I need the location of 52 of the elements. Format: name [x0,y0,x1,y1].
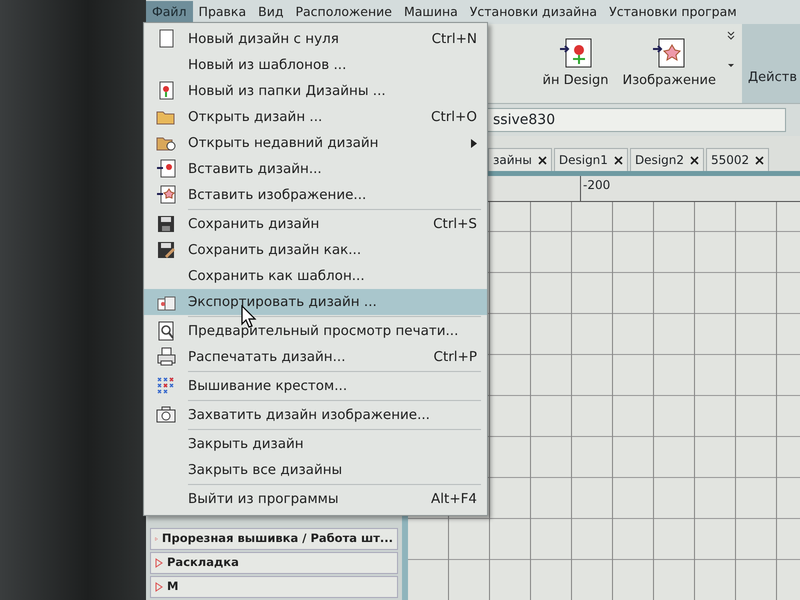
sidebar-section[interactable]: Прорезная вышивка / Работа шт... [150,528,398,550]
menu-item[interactable]: Закрыть дизайн [144,431,487,457]
machine-select-field[interactable]: ssive830 [486,108,786,132]
expand-arrow-icon [155,582,163,592]
menu-item[interactable]: Экспортировать дизайн ... [144,289,487,315]
document-tab[interactable]: Design2 [630,148,704,171]
menu-bar-item[interactable]: Правка [192,0,252,24]
expand-arrow-icon [155,558,163,568]
sidebar-section[interactable]: Раскладка [150,552,398,574]
menu-item[interactable]: Предварительный просмотр печати... [144,318,487,344]
menu-bar-item[interactable]: Машина [398,0,464,24]
print-preview-icon [156,321,176,341]
cross-stitch-icon [156,376,176,396]
sidebar-section[interactable]: М [150,576,398,598]
printer-icon [156,347,176,367]
menu-item[interactable]: Вышивание крестом... [144,373,487,399]
shortcut-label: Ctrl+S [433,214,477,234]
menu-item[interactable]: Сохранить как шаблон... [144,263,487,289]
menu-item[interactable]: Сохранить дизайн Ctrl+S [144,211,487,237]
menu-item[interactable]: Захватить дизайн изображение... [144,402,487,428]
menu-bar-item[interactable]: Установки дизайна [464,0,604,24]
menu-item[interactable]: Выйти из программы Alt+F4 [144,486,487,512]
shortcut-label: Ctrl+P [434,348,477,367]
chevron-icon[interactable] [726,30,736,70]
document-tab[interactable]: Design1 [554,148,628,171]
menu-item[interactable]: Вставить дизайн... [144,156,487,182]
menu-item[interactable]: Вставить изображение... [144,182,487,208]
toolbar-button[interactable]: йн Design [538,34,613,92]
document-tab[interactable]: зайны [488,148,552,171]
menu-item[interactable]: Новый из папки Дизайны ... [144,78,487,104]
menu-item[interactable]: Сохранить дизайн как... [144,237,487,263]
flower-insert-icon [156,159,176,179]
document-tab[interactable]: 55002 [706,148,770,171]
menu-item[interactable]: Закрыть все дизайны [144,457,487,483]
menu-bar-item[interactable]: Установки програм [603,0,743,24]
menu-item[interactable]: Открыть недавний дизайн [144,130,487,156]
shortcut-label: Ctrl+N [432,30,477,49]
menu-item[interactable]: Распечатать дизайн... Ctrl+P [144,344,487,370]
picture-insert-icon [156,185,176,205]
menu-bar-item[interactable]: Вид [252,0,290,24]
shortcut-label: Alt+F4 [431,490,477,509]
menu-bar-item[interactable]: Расположение [289,0,398,24]
menu-item[interactable]: Новый дизайн с нуля Ctrl+N [144,26,487,52]
floppy-pen-icon [156,240,176,260]
shortcut-label: Ctrl+O [431,108,477,127]
ruler-label: -200 [580,176,610,201]
menu-bar-item[interactable]: Файл [146,0,193,24]
menu-item[interactable]: Новый из шаблонов ... [144,52,487,78]
toolbar-group-label: Действ [742,24,800,103]
menu-item[interactable]: Открыть дизайн ... Ctrl+O [144,104,487,130]
toolbar-button[interactable]: Изображение [618,34,720,92]
camera-icon [156,405,176,425]
